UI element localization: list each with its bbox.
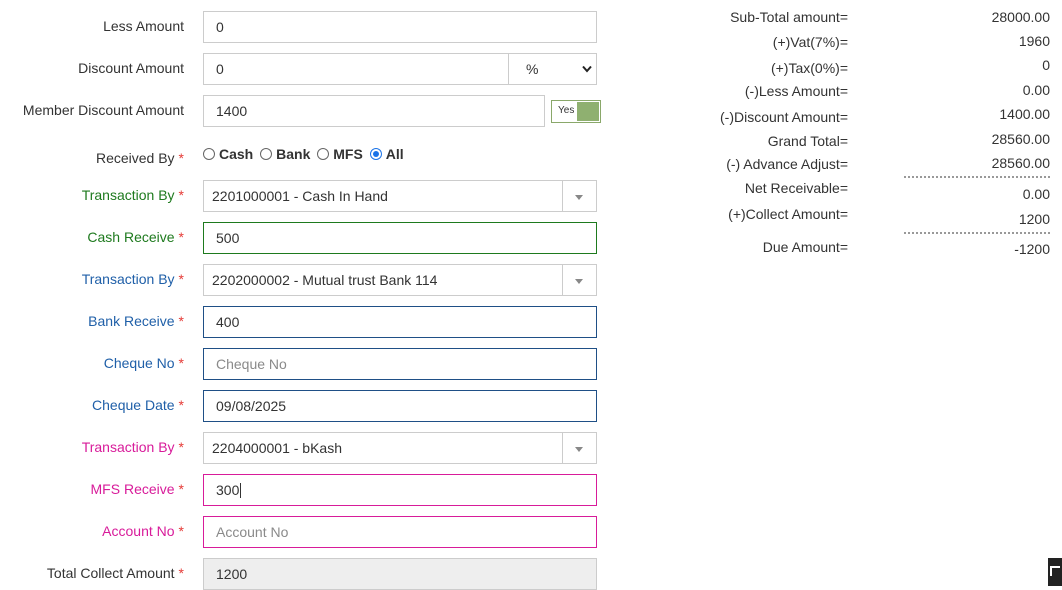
bank-receive-input[interactable]: 400 [203, 306, 597, 338]
radio-all[interactable]: All [369, 146, 404, 162]
radio-circle [260, 148, 273, 160]
tax-value: 0 [1042, 57, 1050, 73]
grand-total-label: Grand Total= [767, 133, 848, 149]
vat-value: 1960 [1018, 33, 1050, 49]
net-receivable-value: 0.00 [1022, 186, 1050, 202]
text-cursor [240, 483, 242, 498]
grand-total-value: 28560.00 [991, 131, 1050, 147]
cash-transaction-value: 2201000001 - Cash In Hand [212, 188, 388, 204]
cash-receive-label: Cash Receive * [87, 229, 184, 245]
chevron-down-icon [582, 65, 592, 73]
toggle-label: Yes [558, 105, 575, 116]
collect-amount-value: 1200 [1018, 211, 1050, 227]
less-amount-input[interactable]: 0 [203, 11, 597, 43]
mfs-receive-label: MFS Receive * [90, 481, 184, 497]
bank-transaction-value: 2202000002 - Mutual trust Bank 114 [212, 272, 438, 288]
bank-receive-label: Bank Receive * [88, 313, 184, 329]
total-collect-label: Total Collect Amount * [46, 565, 184, 581]
less-amount-label: Less Amount [103, 18, 184, 34]
cash-transaction-by-label: Transaction By * [81, 187, 184, 203]
radio-mfs[interactable]: MFS [317, 146, 363, 162]
discount-summary-label: (-)Discount Amount= [720, 109, 848, 125]
cash-receive-input[interactable]: 500 [203, 222, 597, 254]
cash-transaction-select[interactable]: 2201000001 - Cash In Hand [203, 180, 597, 212]
cheque-no-input[interactable]: Cheque No [203, 348, 597, 380]
arrow-up-left-icon [1050, 566, 1060, 576]
dropdown-arrow-icon [562, 181, 596, 211]
less-amount-summary-value: 0.00 [1022, 82, 1050, 98]
collect-amount-label: (+)Collect Amount= [728, 206, 848, 222]
net-receivable-label: Net Receivable= [744, 180, 848, 196]
discount-summary-value: 1400.00 [999, 106, 1050, 122]
member-discount-toggle[interactable]: Yes [551, 100, 601, 123]
member-discount-label: Member Discount Amount [22, 102, 184, 118]
mfs-transaction-by-label: Transaction By * [81, 439, 184, 455]
mfs-transaction-value: 2204000001 - bKash [212, 440, 342, 456]
radio-bank[interactable]: Bank [260, 146, 310, 162]
discount-type-select[interactable]: % [508, 53, 597, 85]
dropdown-arrow-icon [562, 433, 596, 463]
due-amount-label: Due Amount= [762, 239, 848, 255]
cheque-date-label: Cheque Date * [92, 397, 184, 413]
divider [904, 232, 1050, 234]
received-by-radio-group: Cash Bank MFS All [203, 146, 407, 164]
mfs-receive-input[interactable]: 300 [203, 474, 597, 506]
discount-amount-input[interactable]: 0 [203, 53, 509, 85]
scroll-top-button[interactable] [1048, 558, 1062, 586]
advance-adjust-value: 28560.00 [991, 155, 1050, 171]
toggle-knob [577, 102, 599, 121]
account-no-input[interactable]: Account No [203, 516, 597, 548]
bank-transaction-select[interactable]: 2202000002 - Mutual trust Bank 114 [203, 264, 597, 296]
radio-circle-selected [369, 148, 382, 160]
radio-circle [317, 148, 330, 160]
due-amount-value: -1200 [1014, 241, 1050, 257]
subtotal-value: 28000.00 [991, 9, 1050, 25]
divider [904, 176, 1050, 178]
account-no-label: Account No * [102, 523, 184, 539]
less-amount-summary-label: (-)Less Amount= [744, 83, 848, 99]
mfs-transaction-select[interactable]: 2204000001 - bKash [203, 432, 597, 464]
vat-label: (+)Vat(7%)= [772, 34, 848, 50]
cheque-no-label: Cheque No * [103, 355, 184, 371]
radio-cash[interactable]: Cash [203, 146, 253, 162]
member-discount-input[interactable]: 1400 [203, 95, 545, 127]
received-by-label: Received By * [95, 150, 184, 166]
dropdown-arrow-icon [562, 265, 596, 295]
discount-amount-label: Discount Amount [78, 60, 184, 76]
discount-type-value: % [526, 61, 539, 77]
advance-adjust-label: (-) Advance Adjust= [726, 156, 848, 172]
subtotal-label: Sub-Total amount= [730, 9, 848, 25]
total-collect-input: 1200 [203, 558, 597, 590]
cheque-date-input[interactable]: 09/08/2025 [203, 390, 597, 422]
bank-transaction-by-label: Transaction By * [81, 271, 184, 287]
radio-circle [203, 148, 215, 160]
tax-label: (+)Tax(0%)= [770, 60, 848, 76]
